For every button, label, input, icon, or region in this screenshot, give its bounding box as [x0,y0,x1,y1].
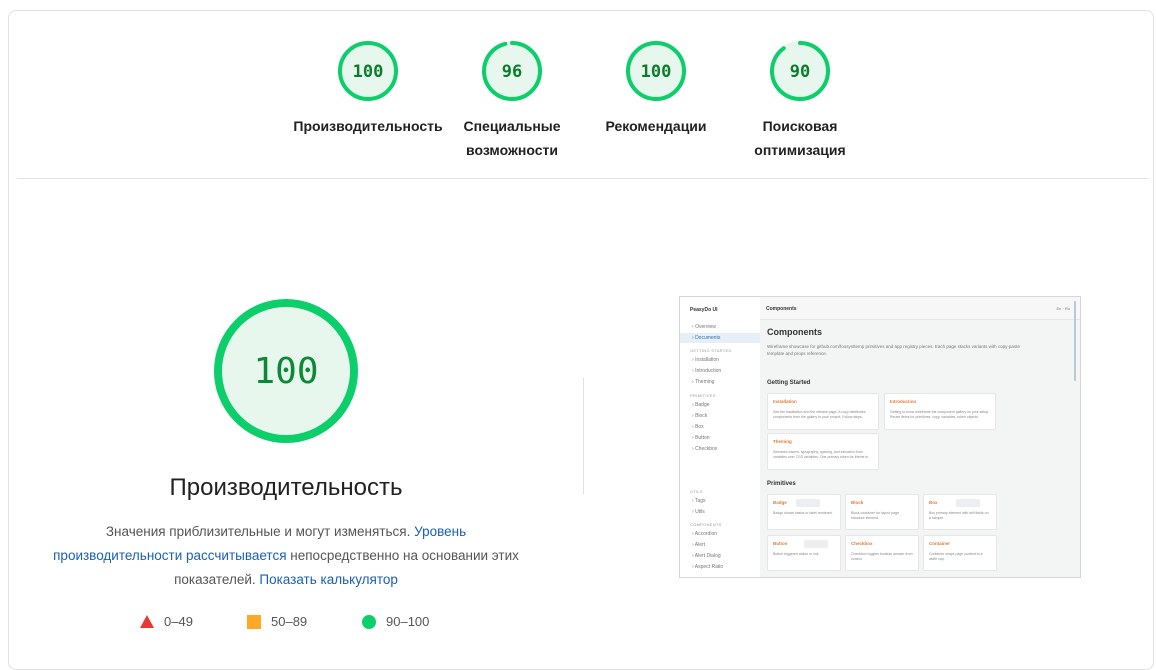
thumb-page-desc: Wireframe showcase for github.com/foosys… [767,344,1020,356]
legend-range: 50–89 [271,614,308,629]
performance-score-gauge: 100 [214,299,358,443]
thumb-nav-item: › Checkbox [692,446,718,452]
thumb-header: Components En · Ru [760,297,1080,320]
legend-fail: 0–49 [140,614,193,629]
thumb-section-title: Getting Started [767,380,811,386]
thumb-nav-item: › Badge [692,402,710,408]
thumb-card: Installation See the installation and the… [767,393,879,430]
gauge-label: Специальные возможности [463,118,561,158]
gauge-label: Поисковая оптимизация [754,118,846,158]
thumb-brand: PeasyDo UI [690,307,718,313]
triangle-icon [140,615,154,628]
gauge-seo[interactable]: 90 Поисковая оптимизация [720,40,880,162]
performance-description: Значения приблизительные и могут изменят… [50,520,522,592]
thumb-nav-item: › Overview [692,324,716,330]
thumb-nav-item: › Button [692,435,710,441]
gauge-label: Рекомендации [605,118,707,134]
thumb-section-title: Primitives [767,481,796,487]
circle-icon [362,614,376,629]
score-ring: 96 [482,41,542,101]
thumb-nav-item: › Installation [692,357,719,363]
page-screenshot-thumbnail[interactable]: PeasyDo UI › Overview › Documents GETTIN… [679,296,1081,578]
thumb-nav-item: › Alert Dialog [692,553,721,559]
thumb-card: Theming Semantic tokens, typography, spac… [767,433,879,470]
performance-score-value: 100 [253,351,318,392]
score-legend: 0–49 50–89 90–100 [0,614,600,636]
thumb-scrollbar [1074,301,1076,381]
legend-pass: 90–100 [362,614,429,629]
thumb-nav-item: › Box [692,424,704,430]
gauge-performance[interactable]: 100 Производительность [288,40,448,138]
thumb-card: Checkbox Checkbox toggles boolean answer … [845,535,919,571]
legend-range: 90–100 [386,614,430,629]
thumb-section: PRIMITIVES [690,393,716,398]
thumb-nav-item: › Documents [680,333,760,343]
legend-range: 0–49 [164,614,193,629]
thumb-header-title: Components [766,306,797,312]
thumb-sidebar: PeasyDo UI › Overview › Documents GETTIN… [680,297,761,577]
score-value: 90 [790,62,810,82]
score-value: 100 [353,62,384,82]
thumb-card: Box Box primary element with sell fields … [923,494,997,530]
thumb-section: COMPONENTS [690,522,722,527]
thumb-nav-item: › Accordion [692,531,718,537]
score-value: 96 [502,62,522,82]
thumb-nav-item: › Theming [692,379,715,385]
section-divider [17,178,1149,179]
thumb-nav-item: › Alert [692,542,706,548]
thumb-section: GETTING STARTED [690,348,732,353]
vertical-separator [583,378,584,494]
category-summary: 100 Производительность 96 Специальные во… [0,40,1156,180]
desc-text: Значения приблизительные и могут изменят… [105,524,415,539]
thumb-card: Button Button triggered action or link. [767,535,841,571]
score-ring: 90 [770,41,830,101]
thumb-card: Introduction Getting to know wireframe th… [884,393,996,430]
score-ring: 100 [626,41,686,101]
gauge-best-practices[interactable]: 100 Рекомендации [576,40,736,138]
legend-average: 50–89 [247,614,307,629]
gauge-accessibility[interactable]: 96 Специальные возможности [432,40,592,162]
thumb-nav-item: › Aspect Ratio [692,564,724,570]
thumb-header-right: En · Ru [1056,306,1070,311]
thumb-nav-item: › Utils [692,509,705,515]
thumb-card: Badge Badge shows status or label rendere… [767,494,841,530]
square-icon [247,614,261,629]
thumb-nav-item: › Tags [692,498,706,504]
performance-title: Производительность [169,474,403,501]
thumb-page-title: Components [767,327,822,337]
score-value: 100 [641,62,672,82]
thumb-nav-item: › Introduction [692,368,722,374]
score-ring: 100 [338,41,398,101]
thumb-main: Components En · Ru Components Wireframe … [760,297,1080,577]
thumb-card: Container Container wraps page content to… [923,535,997,571]
thumb-card: Block Block container for layout page str… [845,494,919,530]
thumb-nav-item: › Block [692,413,708,419]
gauge-label: Производительность [293,118,443,134]
show-calculator-link[interactable]: Показать калькулятор [259,572,398,587]
thumb-section: UTILS [690,489,703,494]
